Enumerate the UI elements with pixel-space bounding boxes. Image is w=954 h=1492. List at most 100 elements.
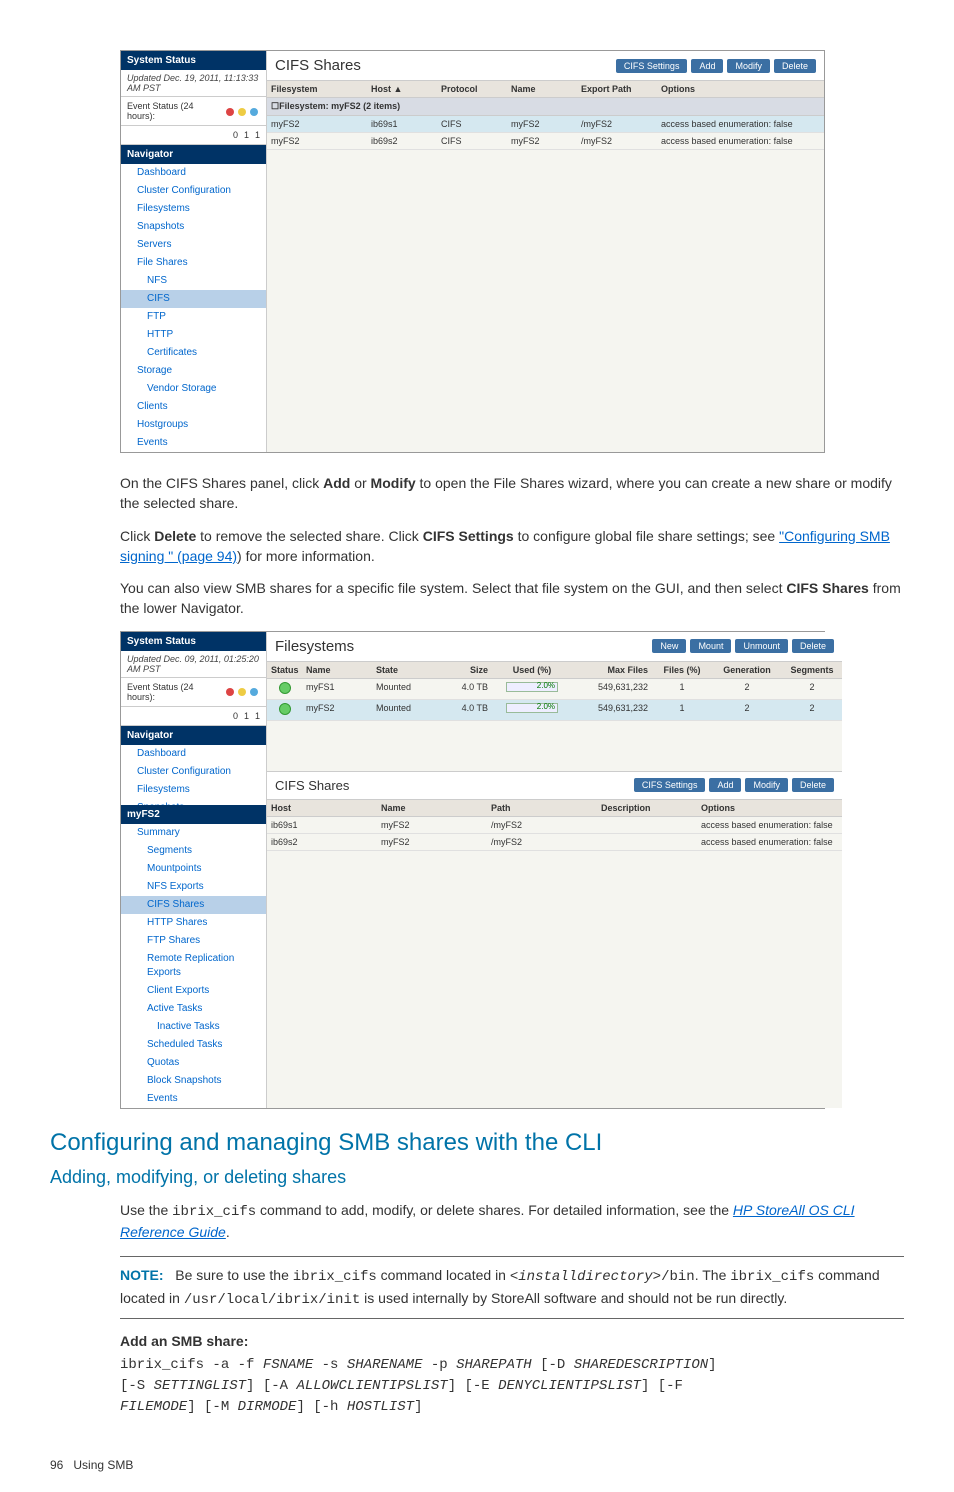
cell-seg: 2 (782, 703, 842, 717)
cell-proto: CIFS (437, 136, 507, 146)
para-4: Use the ibrix_cifs command to add, modif… (120, 1200, 904, 1243)
col-path[interactable]: Path (487, 803, 597, 813)
nav-filesystems[interactable]: Filesystems (121, 781, 266, 799)
nav-cluster-config[interactable]: Cluster Configuration (121, 763, 266, 781)
nav-vendor-storage[interactable]: Vendor Storage (121, 380, 266, 398)
new-button[interactable]: New (652, 639, 686, 653)
table-row[interactable]: myFS2 ib69s1 CIFS myFS2 /myFS2 access ba… (267, 116, 824, 133)
nav-dashboard[interactable]: Dashboard (121, 164, 266, 182)
cell-exp: /myFS2 (577, 136, 657, 146)
filesystems-screenshot-2: System Status Updated Dec. 09, 2011, 01:… (120, 631, 825, 1109)
nav-storage[interactable]: Storage (121, 362, 266, 380)
modify-button[interactable]: Modify (745, 778, 788, 792)
delete-button[interactable]: Delete (792, 639, 834, 653)
nav-ftp[interactable]: FTP (121, 308, 266, 326)
nav-nfs[interactable]: NFS (121, 272, 266, 290)
nav-servers[interactable]: Servers (121, 236, 266, 254)
cell-opt: access based enumeration: false (697, 837, 842, 847)
nav-filesystems[interactable]: Filesystems (121, 200, 266, 218)
add-button[interactable]: Add (709, 778, 741, 792)
nav-events[interactable]: Events (121, 1090, 266, 1108)
cell-gen: 2 (712, 682, 782, 696)
event-count-1: 1 (244, 711, 249, 721)
cell-gen: 2 (712, 703, 782, 717)
col-export-path[interactable]: Export Path (577, 84, 657, 94)
nav-segments[interactable]: Segments (121, 842, 266, 860)
cell-state: Mounted (372, 703, 432, 717)
col-segments[interactable]: Segments (782, 665, 842, 675)
nav-scheduled-tasks[interactable]: Scheduled Tasks (121, 1036, 266, 1054)
col-options[interactable]: Options (697, 803, 842, 813)
cifs-shares-screenshot-1: System Status Updated Dec. 19, 2011, 11:… (120, 50, 825, 453)
nav-http[interactable]: HTTP (121, 326, 266, 344)
cs-table-row[interactable]: ib69s2 myFS2 /myFS2 access based enumera… (267, 834, 842, 851)
cell-files: 1 (652, 703, 712, 717)
col-state[interactable]: State (372, 665, 432, 675)
col-name[interactable]: Name (507, 84, 577, 94)
nav-nfs-exports[interactable]: NFS Exports (121, 878, 266, 896)
mount-button[interactable]: Mount (690, 639, 731, 653)
event-status-bar: Event Status (24 hours): (121, 678, 266, 707)
event-counts: 0 1 1 (121, 126, 266, 145)
cell-name: myFS2 (507, 119, 577, 129)
col-generation[interactable]: Generation (712, 665, 782, 675)
cifs-settings-button[interactable]: CIFS Settings (634, 778, 706, 792)
nav-events[interactable]: Events (121, 434, 266, 452)
system-status-header: System Status (121, 632, 266, 651)
nav-dashboard[interactable]: Dashboard (121, 745, 266, 763)
nav-mountpoints[interactable]: Mountpoints (121, 860, 266, 878)
col-options[interactable]: Options (657, 84, 824, 94)
col-status[interactable]: Status (267, 665, 302, 675)
fs-table-row[interactable]: myFS2 Mounted 4.0 TB 549,631,232 1 2 2 (267, 700, 842, 721)
col-protocol[interactable]: Protocol (437, 84, 507, 94)
nav-inactive-tasks[interactable]: Inactive Tasks (121, 1018, 266, 1036)
delete-button[interactable]: Delete (774, 59, 816, 73)
cifs-settings-button[interactable]: CIFS Settings (616, 59, 688, 73)
add-button[interactable]: Add (691, 59, 723, 73)
event-status-label: Event Status (24 hours): (127, 682, 224, 702)
nav-snapshots[interactable]: Snapshots (121, 218, 266, 236)
nav-quotas[interactable]: Quotas (121, 1054, 266, 1072)
table-header: Filesystem Host ▲ Protocol Name Export P… (267, 81, 824, 98)
nav-remote-repl[interactable]: Remote Replication Exports (121, 950, 266, 982)
col-name[interactable]: Name (377, 803, 487, 813)
nav-client-exports[interactable]: Client Exports (121, 982, 266, 1000)
nav-http-shares[interactable]: HTTP Shares (121, 914, 266, 932)
nav-ftp-shares[interactable]: FTP Shares (121, 932, 266, 950)
event-status-bar: Event Status (24 hours): (121, 97, 266, 126)
cell-opt: access based enumeration: false (697, 820, 842, 830)
note-label: NOTE: (120, 1267, 164, 1283)
col-host[interactable]: Host ▲ (367, 84, 437, 94)
delete-button[interactable]: Delete (792, 778, 834, 792)
nav-cluster-config[interactable]: Cluster Configuration (121, 182, 266, 200)
modify-button[interactable]: Modify (727, 59, 770, 73)
table-group-row[interactable]: ☐ Filesystem: myFS2 (2 items) (267, 98, 824, 116)
cs-table-row[interactable]: ib69s1 myFS2 /myFS2 access based enumera… (267, 817, 842, 834)
unmount-button[interactable]: Unmount (735, 639, 788, 653)
col-files[interactable]: Files (%) (652, 665, 712, 675)
col-name[interactable]: Name (302, 665, 372, 675)
col-filesystem[interactable]: Filesystem (267, 84, 367, 94)
fs-selected-header: myFS2 (121, 805, 266, 824)
nav-certificates[interactable]: Certificates (121, 344, 266, 362)
used-bar (506, 703, 558, 713)
nav-cifs-shares[interactable]: CIFS Shares (121, 896, 266, 914)
nav-summary[interactable]: Summary (121, 824, 266, 842)
cell-desc (597, 837, 697, 847)
nav-block-snapshots[interactable]: Block Snapshots (121, 1072, 266, 1090)
fs-table-row[interactable]: myFS1 Mounted 4.0 TB 549,631,232 1 2 2 (267, 679, 842, 700)
cell-opt: access based enumeration: false (657, 136, 824, 146)
col-used[interactable]: Used (%) (492, 665, 572, 675)
col-host[interactable]: Host (267, 803, 377, 813)
col-description[interactable]: Description (597, 803, 697, 813)
cell-opt: access based enumeration: false (657, 119, 824, 129)
table-row[interactable]: myFS2 ib69s2 CIFS myFS2 /myFS2 access ba… (267, 133, 824, 150)
nav-clients[interactable]: Clients (121, 398, 266, 416)
nav-cifs[interactable]: CIFS (121, 290, 266, 308)
col-size[interactable]: Size (432, 665, 492, 675)
cell-name: myFS2 (377, 820, 487, 830)
nav-active-tasks[interactable]: Active Tasks (121, 1000, 266, 1018)
nav-file-shares[interactable]: File Shares (121, 254, 266, 272)
nav-hostgroups[interactable]: Hostgroups (121, 416, 266, 434)
col-maxfiles[interactable]: Max Files (572, 665, 652, 675)
